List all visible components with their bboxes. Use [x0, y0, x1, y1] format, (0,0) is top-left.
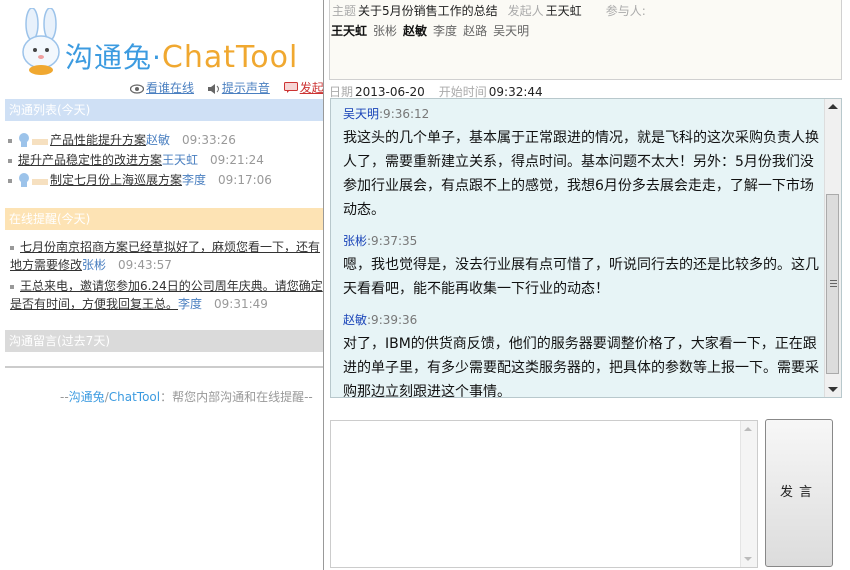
- reminder-item[interactable]: 王总来电，邀请您参加6.24日的公司周年庆典。请您确定 是否有时间，方便我回复王…: [10, 277, 328, 313]
- chat-list-item[interactable]: 制定七月份上海巡展方案李度 09:17:06: [8, 171, 338, 188]
- brand-name: 沟通兔·ChatTool: [65, 40, 299, 75]
- input-scrollbar[interactable]: [740, 421, 757, 567]
- initiator-value: 王天虹: [545, 4, 582, 18]
- chat-bubble-icon: [283, 82, 298, 93]
- message-time: :9:39:36: [367, 313, 418, 327]
- message-text: 对了，IBM的供货商反馈，他们的服务器要调整价格了，大家看一下，正在跟进的单子里…: [343, 336, 819, 398]
- participant-list: 王天虹 张彬 赵敏 李度 赵路 吴天明: [331, 22, 535, 39]
- subject-value: 关于5月份销售工作的总结: [358, 4, 498, 18]
- footer-slogan: --沟通兔/ChatTool：帮您内部沟通和在线提醒--: [60, 390, 313, 404]
- participant: 王天虹: [331, 24, 368, 38]
- chat-message: 赵敏:9:39:36 对了，IBM的供货商反馈，他们的服务器要调整价格了，大家看…: [331, 305, 841, 398]
- top-toolbar: 看谁在线 提示声音 发起: [130, 79, 330, 95]
- reminder-item[interactable]: 七月份南京招商方案已经草拟好了，麻烦您看一下，还有 地方需要修改张彬 09:43:…: [10, 238, 328, 274]
- date-label: 日期: [329, 85, 354, 99]
- logo: 沟通兔·ChatTool: [10, 8, 310, 78]
- start-time-value: 09:32:44: [488, 85, 543, 99]
- start-chat-link[interactable]: 发起: [300, 81, 324, 95]
- status-icon: [32, 139, 48, 145]
- bullet: [10, 284, 14, 289]
- date-value: 2013-06-20: [355, 85, 425, 99]
- speaker-icon: [207, 84, 219, 94]
- chat-dialog: 主题 关于5月份销售工作的总结 发起人 王天虹 参与人: 王天虹 张彬 赵敏 李度 赵路 吴天明 …: [323, 0, 850, 570]
- message-history[interactable]: 吴天明:9:36:12 我这头的几个单子，基本属于正常跟进的情况，就是飞科的这次…: [330, 98, 842, 398]
- eye-icon: [130, 84, 144, 94]
- bullet: [8, 158, 12, 163]
- view-online-link[interactable]: 看谁在线: [146, 81, 194, 95]
- person-head-icon: [19, 133, 29, 147]
- chat-message: 张彬:9:37:35 嗯，我也觉得是，没去行业展有点可惜了，听说同行去的还是比较…: [331, 226, 841, 305]
- chat-meta-panel: 主题 关于5月份销售工作的总结 发起人 王天虹 参与人: 王天虹 张彬 赵敏 李度 赵路 吴天明: [329, 0, 842, 80]
- send-button[interactable]: 发言: [765, 419, 833, 567]
- background-page: 沟通兔·ChatTool 看谁在线 提示声音 发起 沟通列表(今天) 产品性能提…: [0, 0, 325, 570]
- start-time-label: 开始时间: [438, 85, 487, 99]
- bullet: [8, 178, 12, 183]
- scroll-up-arrow-icon[interactable]: [744, 427, 752, 431]
- message-text: 我这头的几个单子，基本属于正常跟进的情况，就是飞科的这次采购负责人换人了，需要重…: [343, 130, 819, 218]
- sender-name: 吴天明: [343, 107, 380, 121]
- person-head-icon: [19, 173, 29, 187]
- sender-name: 赵敏: [343, 313, 368, 327]
- message-board-header: 沟通留言(过去7天): [5, 330, 325, 352]
- message-time: :9:36:12: [379, 107, 430, 121]
- scroll-thumb[interactable]: [826, 194, 839, 374]
- participant: 赵敏: [403, 24, 428, 38]
- message-input[interactable]: [331, 421, 757, 567]
- message-text: 嗯，我也觉得是，没去行业展有点可惜了，听说同行去的还是比较多的。这几天看看吧，能…: [343, 257, 819, 297]
- message-scrollbar[interactable]: [824, 99, 841, 397]
- participant: 张彬: [373, 24, 398, 38]
- sound-toggle-link[interactable]: 提示声音: [222, 81, 270, 95]
- scroll-down-arrow-icon[interactable]: [744, 557, 752, 561]
- online-reminder-header: 在线提醒(今天): [5, 208, 325, 230]
- scroll-down-arrow-icon[interactable]: [828, 387, 838, 392]
- chat-list-item[interactable]: 提升产品稳定性的改进方案王天虹 09:21:24: [8, 151, 338, 168]
- subject-label: 主题: [332, 4, 357, 18]
- participants-label: 参与人:: [605, 4, 646, 18]
- chat-list-header: 沟通列表(今天): [5, 99, 325, 121]
- participant: 赵路: [463, 24, 488, 38]
- participant: 李度: [433, 24, 458, 38]
- message-input-box: [330, 420, 758, 568]
- divider: [5, 366, 325, 368]
- status-icon: [32, 179, 48, 185]
- chat-message: 吴天明:9:36:12 我这头的几个单子，基本属于正常跟进的情况，就是飞科的这次…: [331, 99, 841, 226]
- bullet: [10, 245, 14, 250]
- bullet: [8, 138, 12, 143]
- message-time: :9:37:35: [367, 234, 418, 248]
- sender-name: 张彬: [343, 234, 368, 248]
- rabbit-logo-icon: [22, 8, 60, 75]
- initiator-label: 发起人: [507, 4, 544, 18]
- participant: 吴天明: [493, 24, 530, 38]
- scroll-up-arrow-icon[interactable]: [828, 104, 838, 109]
- chat-list-item[interactable]: 产品性能提升方案赵敏 09:33:26: [8, 131, 338, 148]
